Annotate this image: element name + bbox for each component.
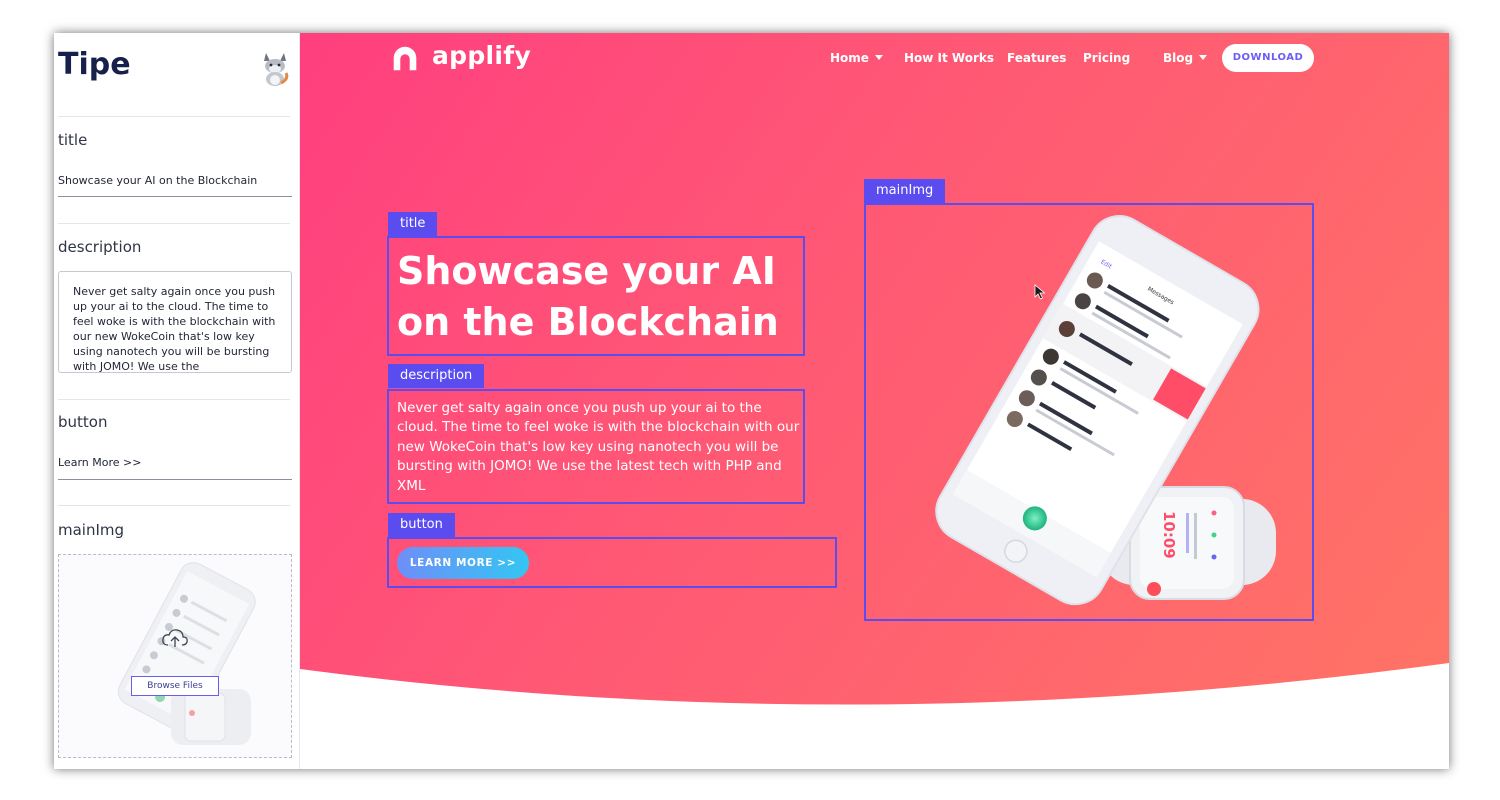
brand-title: Tipe: [58, 47, 131, 82]
divider: [58, 116, 290, 117]
field-label-description: description: [58, 238, 142, 256]
nav-home[interactable]: Home: [830, 51, 883, 65]
mouse-cursor-icon: [1034, 284, 1046, 300]
nav-blog[interactable]: Blog: [1163, 51, 1208, 65]
cloud-upload-icon: [162, 629, 188, 647]
watch-time: 10:09: [1160, 511, 1178, 559]
nav-how-it-works[interactable]: How It Works: [904, 51, 994, 65]
fox-mascot-icon: [264, 53, 289, 86]
button-field-underline: [58, 479, 292, 480]
hero-bottom-curve: [300, 663, 1449, 769]
hero-description: Never get salty again once you push up y…: [397, 400, 800, 494]
divider: [58, 505, 290, 506]
download-button[interactable]: DOWNLOAD: [1222, 44, 1314, 72]
nav-home-label: Home: [830, 51, 869, 65]
description-textarea[interactable]: Never get salty again once you push up y…: [58, 271, 292, 373]
app-window: Tipe title Showcase your AI on the Block…: [54, 33, 1449, 769]
title-field[interactable]: Showcase your AI on the Blockchain: [58, 174, 257, 187]
caret-down-icon: [1199, 55, 1208, 60]
caret-down-icon: [874, 55, 883, 60]
button-text-field[interactable]: Learn More >>: [58, 456, 141, 469]
applify-logo-icon: [393, 46, 417, 71]
logo-wordmark: applify: [432, 41, 532, 70]
tag-title: title: [388, 212, 438, 236]
tag-description: description: [388, 364, 485, 388]
nav-features[interactable]: Features: [1007, 51, 1066, 65]
field-label-mainimg: mainImg: [58, 521, 125, 539]
nav-blog-label: Blog: [1163, 51, 1194, 65]
divider: [58, 223, 290, 224]
browse-files-button[interactable]: Browse Files: [131, 676, 219, 696]
hero-title: Showcase your AI on the Blockchain: [397, 249, 779, 344]
tag-button: button: [388, 513, 455, 537]
image-preview-thumbnail: [117, 562, 256, 745]
editor-sidebar: Tipe title Showcase your AI on the Block…: [54, 33, 300, 769]
field-label-button: button: [58, 413, 108, 431]
title-field-underline: [58, 196, 292, 197]
landing-hero: applify Home How It Works Features Prici…: [300, 33, 1449, 769]
field-label-title: title: [58, 131, 88, 149]
nav-pricing[interactable]: Pricing: [1083, 51, 1130, 65]
phone-watch-mockup: 10:09 Edit Messages: [935, 215, 1276, 606]
image-dropzone[interactable]: Browse Files: [58, 554, 292, 758]
tag-mainimg: mainImg: [864, 179, 946, 203]
learn-more-button[interactable]: LEARN MORE >>: [397, 547, 529, 579]
divider: [58, 399, 290, 400]
